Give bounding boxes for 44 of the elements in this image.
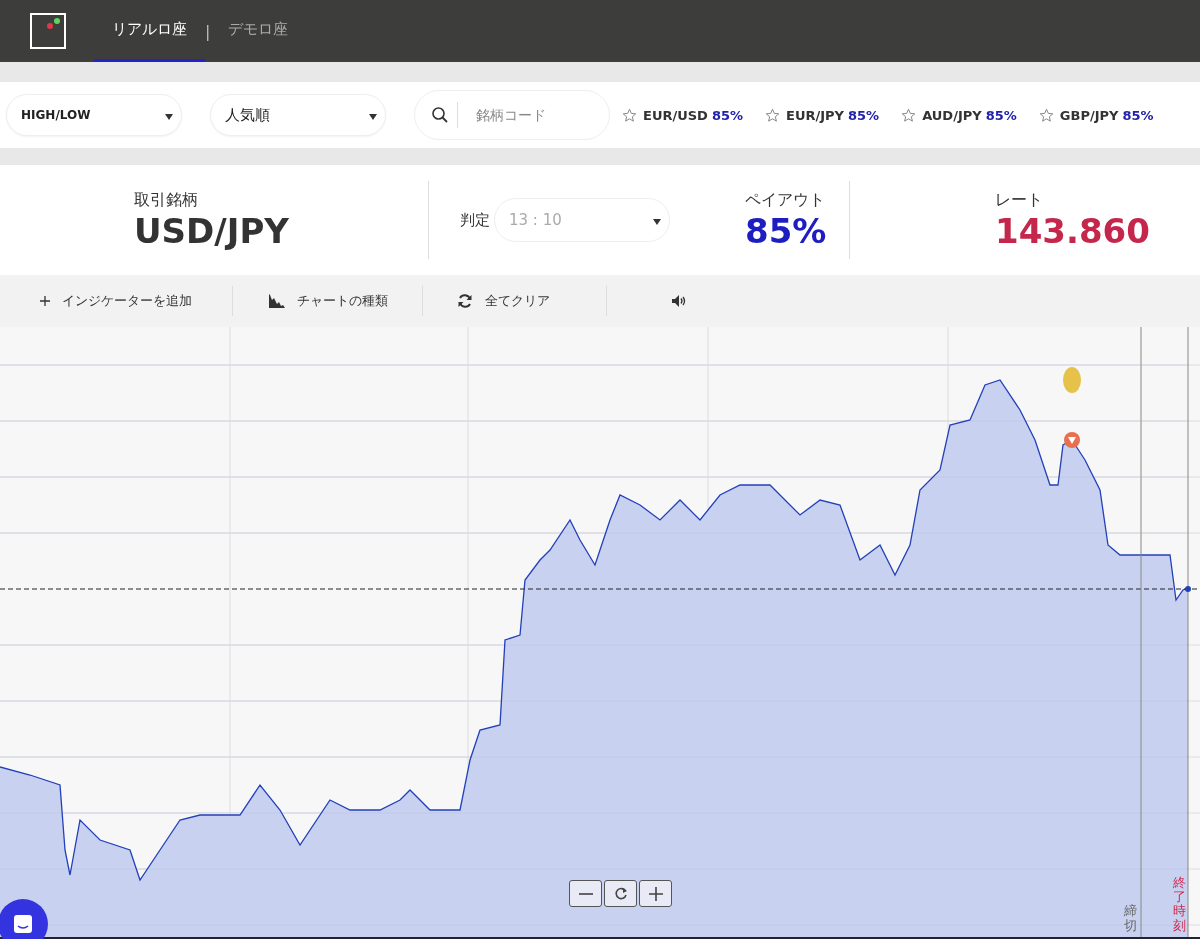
favorite-pair[interactable]: EUR/USD 85% (622, 107, 744, 123)
plus-icon (648, 886, 663, 901)
rate-label: レート (995, 189, 1044, 211)
favorite-pair[interactable]: GBP/JPY 85% (1038, 107, 1154, 123)
add-button[interactable]: インジケーターを追加 (40, 292, 192, 310)
chart-button[interactable]: チャートの種類 (263, 291, 394, 311)
symbol-label: 取引銘柄 (134, 189, 199, 211)
caret-icon (369, 114, 377, 120)
favorite-pair[interactable]: EUR/JPY 85% (765, 107, 880, 123)
clear-button[interactable]: 全てクリア (451, 291, 556, 311)
dropdown[interactable]: HIGH/LOW (6, 94, 182, 136)
reset-button[interactable] (604, 880, 637, 907)
payout-value: 85% (745, 210, 827, 251)
star-icon[interactable] (765, 107, 781, 123)
favorite-pair[interactable]: AUD/JPY 85% (901, 107, 1017, 123)
payout-label: ペイアウト (745, 189, 825, 211)
dropdown[interactable]: 人気順 (210, 94, 386, 136)
deadline-label: 締切 (1124, 904, 1137, 933)
zoom-out-button[interactable] (569, 880, 602, 907)
area-chart-icon (269, 294, 285, 308)
rate-value: 143.860 (995, 210, 1150, 251)
down-marker-icon (1064, 432, 1080, 448)
plus-icon (40, 296, 50, 306)
star-icon[interactable] (1038, 107, 1054, 123)
refresh-icon (457, 293, 473, 309)
caret-icon (653, 219, 661, 225)
speaker-icon (671, 294, 687, 308)
tab-separator: | (205, 21, 211, 41)
current-point-icon (1185, 586, 1191, 592)
judge-label: 判定 (460, 210, 490, 230)
caret-icon (165, 114, 173, 120)
logo-icon (30, 13, 66, 49)
minus-icon (578, 892, 593, 895)
end-time-label: 終了時刻 (1173, 875, 1186, 933)
search-bar[interactable]: 銘柄コード (414, 90, 610, 140)
star-icon[interactable] (901, 107, 917, 123)
star-icon[interactable] (622, 107, 637, 123)
chat-icon (13, 914, 33, 934)
reload-icon (613, 886, 628, 901)
symbol-value: USD/JPY (134, 210, 290, 251)
zoom-in-button[interactable] (639, 880, 672, 907)
coin-icon (1063, 367, 1081, 393)
search-icon (431, 106, 449, 124)
account-tab[interactable]: デモロ座 (210, 0, 307, 62)
